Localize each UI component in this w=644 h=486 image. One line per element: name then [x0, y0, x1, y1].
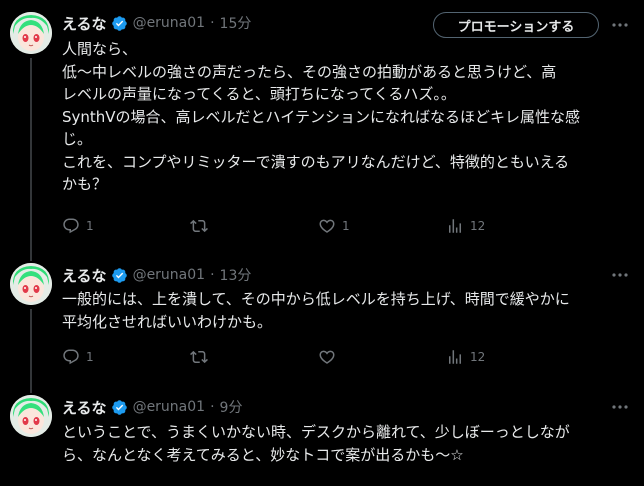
text-line: これを、コンプやリミッターで潰すのもアリなんだけど、特徴的ともいえる — [62, 152, 570, 171]
text-line: ということで、うまくいかない時、デスクから離れて、少しぼーっとしなが — [62, 423, 570, 441]
view-count: 12 — [470, 350, 486, 364]
timestamp[interactable]: 15分 — [220, 13, 252, 33]
reply-icon — [63, 349, 79, 365]
timeline: えるな @eruna01 · 15分 プロモーションする 人間なら、 低〜中レベ… — [0, 0, 644, 486]
action-bar: 1 1 12 — [62, 216, 622, 236]
separator: · — [210, 267, 215, 283]
display-name[interactable]: えるな — [62, 13, 107, 34]
thread-line — [30, 58, 32, 255]
avatar[interactable] — [10, 395, 52, 437]
verified-badge-icon — [111, 15, 127, 31]
tweet-header: えるな @eruna01 · 15分 — [62, 12, 251, 34]
text-line: レベルの声量になってくると、頭打ちになってくるハズ。。 — [62, 85, 456, 103]
views-button[interactable]: 12 — [446, 347, 485, 367]
text-line: 平均化させればいいわけかも。 — [62, 312, 273, 331]
text-line: 人間なら、 — [62, 40, 138, 58]
avatar[interactable] — [10, 12, 52, 54]
views-button[interactable]: 12 — [446, 216, 485, 236]
views-icon — [449, 219, 461, 233]
reply-count: 1 — [86, 350, 94, 364]
reply-icon — [63, 218, 79, 234]
reply-button[interactable]: 1 — [62, 347, 94, 367]
reply-count: 1 — [86, 219, 94, 233]
tweet-header: えるな @eruna01 · 13分 — [62, 264, 251, 286]
timestamp[interactable]: 13分 — [220, 265, 252, 285]
retweet-icon — [190, 219, 208, 233]
avatar[interactable] — [10, 263, 52, 305]
display-name[interactable]: えるな — [62, 265, 107, 286]
handle[interactable]: @eruna01 — [133, 15, 206, 31]
tweet-2[interactable]: えるな @eruna01 · 13分 一般的には、上を潰して、その中から低レベル… — [0, 255, 644, 385]
thread-line — [30, 309, 32, 385]
handle[interactable]: @eruna01 — [133, 267, 206, 283]
handle[interactable]: @eruna01 — [133, 399, 206, 415]
tweet-3[interactable]: えるな @eruna01 · 9分 ということで、うまくいかない時、デスクから離… — [0, 385, 644, 486]
like-count: 1 — [342, 219, 350, 233]
thread-line — [30, 385, 32, 393]
promote-button[interactable]: プロモーションする — [433, 12, 599, 38]
tweet-text: ということで、うまくいかない時、デスクから離れて、少しぼーっとしなが ら、なんと… — [62, 421, 637, 466]
verified-badge-icon — [111, 399, 127, 415]
views-icon — [449, 350, 461, 364]
separator: · — [210, 399, 215, 415]
more-icon[interactable] — [610, 402, 630, 412]
like-button[interactable] — [318, 347, 342, 367]
tweet-text: 人間なら、 低〜中レベルの強さの声だったら、その強さの拍動があると思うけど、高 … — [62, 38, 637, 196]
separator: · — [210, 15, 215, 31]
text-line: SynthVの場合、高レベルだとハイテンションになればなるほどキレ属性な感 — [62, 107, 580, 126]
display-name[interactable]: えるな — [62, 397, 107, 418]
thread-line — [30, 255, 32, 261]
reply-button[interactable]: 1 — [62, 216, 94, 236]
tweet-text: 一般的には、上を潰して、その中から低レベルを持ち上げ、時間で緩やかに 平均化させ… — [62, 288, 637, 333]
text-line: じ。 — [62, 130, 93, 148]
more-icon[interactable] — [610, 20, 630, 30]
tweet-1[interactable]: えるな @eruna01 · 15分 プロモーションする 人間なら、 低〜中レベ… — [0, 0, 644, 255]
like-icon — [319, 219, 335, 233]
retweet-icon — [190, 350, 208, 364]
retweet-button[interactable] — [190, 216, 214, 236]
retweet-button[interactable] — [190, 347, 214, 367]
text-line: かも？ — [62, 175, 108, 193]
more-icon[interactable] — [610, 270, 630, 280]
text-line: ら、なんとなく考えてみると、妙なトコで案が出るかも〜☆ — [62, 445, 464, 464]
timestamp[interactable]: 9分 — [220, 397, 243, 417]
action-bar: 1 12 — [62, 347, 622, 367]
tweet-header: えるな @eruna01 · 9分 — [62, 396, 242, 418]
text-line: 低〜中レベルの強さの声だったら、その強さの拍動があると思うけど、高 — [62, 62, 557, 81]
text-line: 一般的には、上を潰して、その中から低レベルを持ち上げ、時間で緩やかに — [62, 290, 570, 308]
verified-badge-icon — [111, 267, 127, 283]
like-icon — [319, 350, 335, 364]
like-button[interactable]: 1 — [318, 216, 350, 236]
view-count: 12 — [470, 219, 486, 233]
